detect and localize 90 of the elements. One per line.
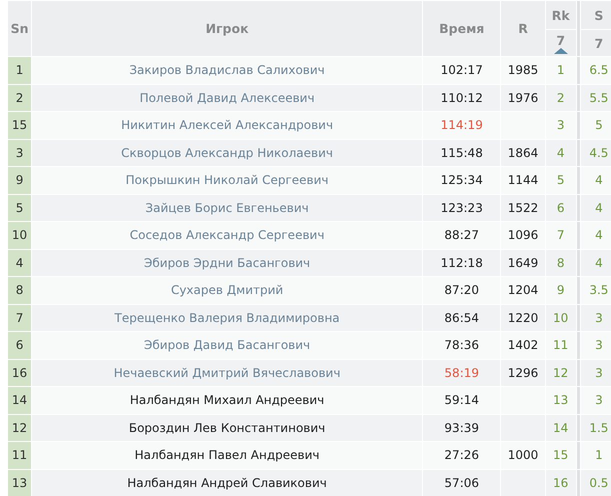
- player-name: Налбандян Андрей Славикович: [127, 476, 327, 490]
- column-header[interactable]: Время: [422, 0, 501, 56]
- column-subheader[interactable]: 7: [545, 30, 576, 56]
- column-header[interactable]: Sn: [8, 0, 32, 56]
- score-value: 3: [595, 393, 603, 408]
- score-value: 3.5: [589, 283, 608, 298]
- time-value: 59:14: [444, 393, 480, 408]
- score-value: 1: [595, 448, 603, 462]
- column-header[interactable]: Игрок: [32, 0, 423, 56]
- table-cell: 12: [8, 414, 32, 442]
- rank-value: 12: [553, 366, 568, 380]
- rank-value: 3: [556, 118, 564, 132]
- time-value: 78:36: [444, 338, 480, 352]
- time-value: 93:39: [444, 420, 480, 435]
- score-value: 6.5: [589, 63, 608, 78]
- rating-value: 1096: [508, 228, 538, 242]
- score-value: 4: [595, 228, 603, 242]
- score-value: 4.5: [589, 146, 608, 160]
- table-cell: 11: [8, 442, 32, 469]
- sort-ascending-icon: [554, 48, 568, 54]
- rating-value: 1204: [508, 283, 538, 298]
- time-value: 102:17: [440, 63, 483, 78]
- table-cell: 13: [8, 469, 32, 496]
- time-value: 58:19: [444, 366, 480, 380]
- table-cell: 7: [8, 304, 32, 332]
- table-cell: 2: [8, 84, 32, 112]
- rating-value: 1522: [508, 200, 538, 215]
- table-cell: 8: [8, 276, 32, 304]
- table-cell: 3: [8, 139, 32, 166]
- column-header[interactable]: Rk: [545, 0, 576, 30]
- time-value: 112:18: [440, 256, 483, 270]
- score-value: 1.5: [589, 420, 608, 435]
- table-cell: 6: [8, 332, 32, 359]
- rating-value: 1296: [508, 366, 538, 380]
- player-name: Бороздин Лев Константинович: [128, 420, 326, 435]
- time-value: 110:12: [440, 90, 483, 105]
- rank-value: 1: [556, 63, 564, 78]
- rank-value: 8: [556, 256, 564, 270]
- column-header[interactable]: R: [500, 0, 546, 56]
- time-value: 88:27: [444, 228, 480, 242]
- score-value: 5.5: [589, 90, 608, 105]
- column-header[interactable]: S: [580, 0, 611, 30]
- rank-value: 7: [556, 228, 564, 242]
- rating-value: 1000: [508, 448, 538, 462]
- score-value: 3: [595, 310, 603, 325]
- rating-value: 1144: [508, 173, 538, 188]
- rating-value: 1985: [508, 63, 538, 78]
- rank-value: 14: [553, 420, 568, 435]
- score-value: 4: [595, 200, 603, 215]
- time-value: 123:23: [440, 200, 483, 215]
- rank-value: 2: [556, 90, 564, 105]
- rating-value: 1976: [508, 90, 538, 105]
- rank-value: 10: [553, 310, 568, 325]
- table-cell: 4: [8, 249, 32, 276]
- player-name: Налбандян Павел Андреевич: [134, 448, 320, 462]
- rank-value: 9: [556, 283, 564, 298]
- time-value: 87:20: [444, 283, 480, 298]
- rank-value: 5: [556, 173, 564, 188]
- table-cell: 14: [8, 386, 32, 414]
- table-cell: 10: [8, 222, 32, 249]
- rank-value: 13: [553, 393, 568, 408]
- rank-value: 4: [556, 146, 564, 160]
- rank-value: 11: [553, 338, 568, 352]
- time-value: 86:54: [444, 310, 480, 325]
- player-link[interactable]: Сухарев Дмитрий: [170, 283, 284, 298]
- player-name: Налбандян Михаил Андреевич: [130, 393, 324, 408]
- time-value: 115:48: [440, 146, 483, 160]
- time-value: 57:06: [444, 476, 480, 490]
- table-cell: 16: [8, 359, 32, 386]
- table-cell: 5: [8, 194, 32, 222]
- rank-value: 15: [553, 448, 568, 462]
- score-value: 0.5: [589, 476, 608, 490]
- rank-value: 16: [553, 476, 568, 490]
- time-value: 114:19: [440, 118, 483, 132]
- table-cell: 9: [8, 166, 32, 194]
- time-value: 125:34: [440, 173, 483, 188]
- score-value: 3: [595, 338, 603, 352]
- column-subheader[interactable]: 7: [580, 30, 611, 56]
- table-cell: 15: [8, 112, 32, 139]
- table-cell: 1: [8, 56, 32, 84]
- rating-value: 1649: [508, 256, 538, 270]
- rating-value: 1220: [508, 310, 538, 325]
- time-value: 27:26: [444, 448, 480, 462]
- rank-value: 6: [556, 200, 564, 215]
- score-value: 4: [595, 173, 603, 188]
- score-value: 3: [595, 366, 603, 380]
- rating-value: 1864: [508, 146, 538, 160]
- score-value: 4: [595, 256, 603, 270]
- score-value: 5: [595, 118, 603, 132]
- rating-value: 1402: [508, 338, 538, 352]
